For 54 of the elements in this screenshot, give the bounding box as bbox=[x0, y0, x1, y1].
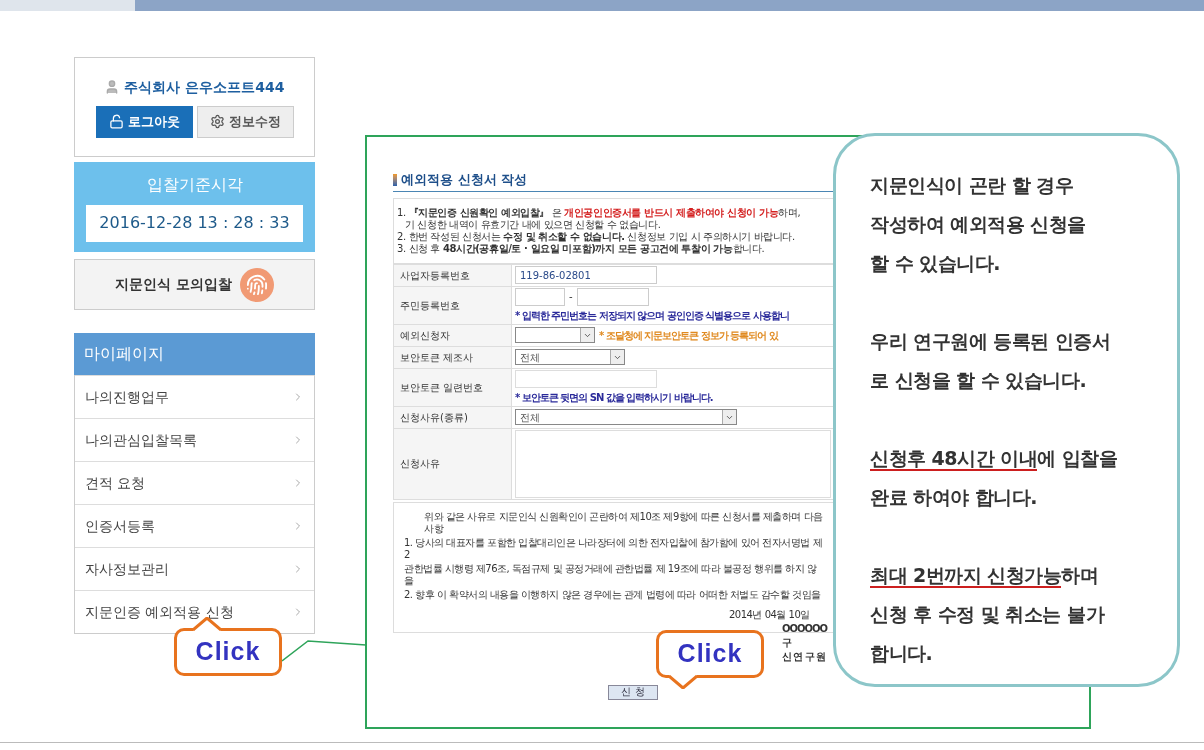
signature-text: 구 bbox=[782, 636, 791, 649]
select-field[interactable]: 전체 bbox=[515, 409, 737, 425]
field-label: 주민등록번호 bbox=[394, 286, 512, 324]
field-label: 사업자등록번호 bbox=[394, 264, 512, 286]
menu-item[interactable]: 견적 요청 bbox=[75, 461, 314, 504]
info-text: 신청후 48시간 이내에 입찰을 완료 하여야 합니다. bbox=[870, 446, 1119, 510]
field-hint: * 입력한 주민번호는 저장되지 않으며 공인인증 식별용으로 사용합니 bbox=[515, 308, 789, 323]
field-label: 신청사유 bbox=[394, 428, 512, 499]
input-field[interactable]: 119-86-02801 bbox=[515, 266, 657, 284]
fingerprint-icon bbox=[239, 267, 274, 302]
menu-header: 마이페이지 bbox=[74, 333, 315, 375]
input-field[interactable] bbox=[576, 287, 649, 306]
clock-time: 2016-12-28 13 : 28 : 33 bbox=[86, 204, 303, 242]
declaration-text: 1. 당사의 대표자를 포함한 입찰대리인은 나라장터에 의한 전자입찰에 참가함에 있어 전자서명법 제2 bbox=[404, 536, 823, 561]
signature-text: OOOOOO bbox=[782, 622, 827, 635]
input-field[interactable] bbox=[515, 369, 657, 388]
edit-profile-button[interactable]: 정보수정 bbox=[196, 105, 294, 138]
notice-text: 3. 신청 후 48시간(공휴일/토 · 일요일 미포함)까지 모든 공고건에 투찰이 가능합니다. bbox=[397, 242, 766, 255]
company-name: 주식회사 은우소프트444 bbox=[124, 77, 285, 97]
gear-icon bbox=[209, 114, 225, 129]
field-hint: * 보안토큰 뒷면의 SN 값을 입력하시기 바랍니다. bbox=[515, 390, 713, 405]
notice-text: 기 신청한 내역이 유효기간 내에 있으면 신청할 수 없습니다. bbox=[404, 218, 662, 231]
select-field[interactable]: 전체 bbox=[515, 349, 625, 365]
menu-item[interactable]: 나의진행업무 bbox=[75, 375, 314, 418]
callout-pointer-icon bbox=[668, 675, 698, 689]
menu-item[interactable]: 인증서등록 bbox=[75, 504, 314, 547]
field-label: 예외신청자 bbox=[394, 324, 512, 346]
separator-text: - bbox=[569, 290, 573, 304]
signature-text: 신 연 구 원 bbox=[782, 650, 826, 663]
info-text: 우리 연구원에 등록된 인증서 로 신청을 할 수 있습니다. bbox=[870, 329, 1112, 393]
field-label: 보안토큰 제조사 bbox=[394, 346, 512, 368]
text-area[interactable] bbox=[515, 429, 831, 498]
submit-button[interactable]: 신 청 bbox=[608, 684, 658, 700]
title-marker-icon bbox=[393, 173, 397, 186]
menu-item[interactable]: 나의관심입찰목록 bbox=[75, 418, 314, 461]
field-label: 신청사유(종류) bbox=[394, 406, 512, 428]
info-text: 최대 2번까지 신청가능하며 신청 후 수정 및 취소는 불가 합니다. bbox=[870, 563, 1106, 666]
form-title: 예외적용 신청서 작성 bbox=[401, 171, 528, 189]
mock-bid-button[interactable]: 지문인식 모의입찰 bbox=[74, 259, 315, 310]
declaration-text: 2. 향후 이 확약서의 내용을 이행하지 않은 경우에는 관계 법령에 따라 어떠한 처벌도 감수할 것임을 bbox=[404, 588, 822, 601]
notice-text: 1. 『지문인증 신원확인 예외입찰』 은 개인공인인증서를 반드시 제출하여야 신청이 가능하며, bbox=[397, 206, 802, 219]
notice-text: 2. 한번 작성된 신청서는 수정 및 취소할 수 없습니다. 신청정보 기입 시 주의하시기 바랍니다. bbox=[397, 230, 796, 243]
declaration-text: 위와 같은 사유로 지문인식 신원확인이 곤란하여 제10조 제9항에 따른 신청서를 제출하며 다음 사항 bbox=[423, 510, 824, 535]
logout-button[interactable]: 로그아웃 bbox=[95, 105, 193, 138]
lock-icon bbox=[108, 114, 124, 129]
input-field[interactable] bbox=[515, 287, 565, 306]
field-label: 보안토큰 일련번호 bbox=[394, 368, 512, 406]
clock-title: 입찰기준시각 bbox=[146, 173, 243, 196]
info-text: 지문인식이 곤란 할 경우 작성하여 예외적용 신청을 할 수 있습니다. bbox=[870, 173, 1087, 276]
declaration-date: 2014년 04월 10일 bbox=[728, 608, 811, 621]
declaration-text: 관한법률 시행령 제76조, 독점규제 및 공정거래에 관한법률 제 19조에 따라 불공정 행위를 하지 않을 bbox=[404, 562, 818, 587]
select-field[interactable] bbox=[515, 327, 595, 343]
field-hint: * 조달청에 지문보안토큰 정보가 등록되어 있 bbox=[599, 328, 778, 343]
menu-item[interactable]: 자사정보관리 bbox=[75, 547, 314, 590]
